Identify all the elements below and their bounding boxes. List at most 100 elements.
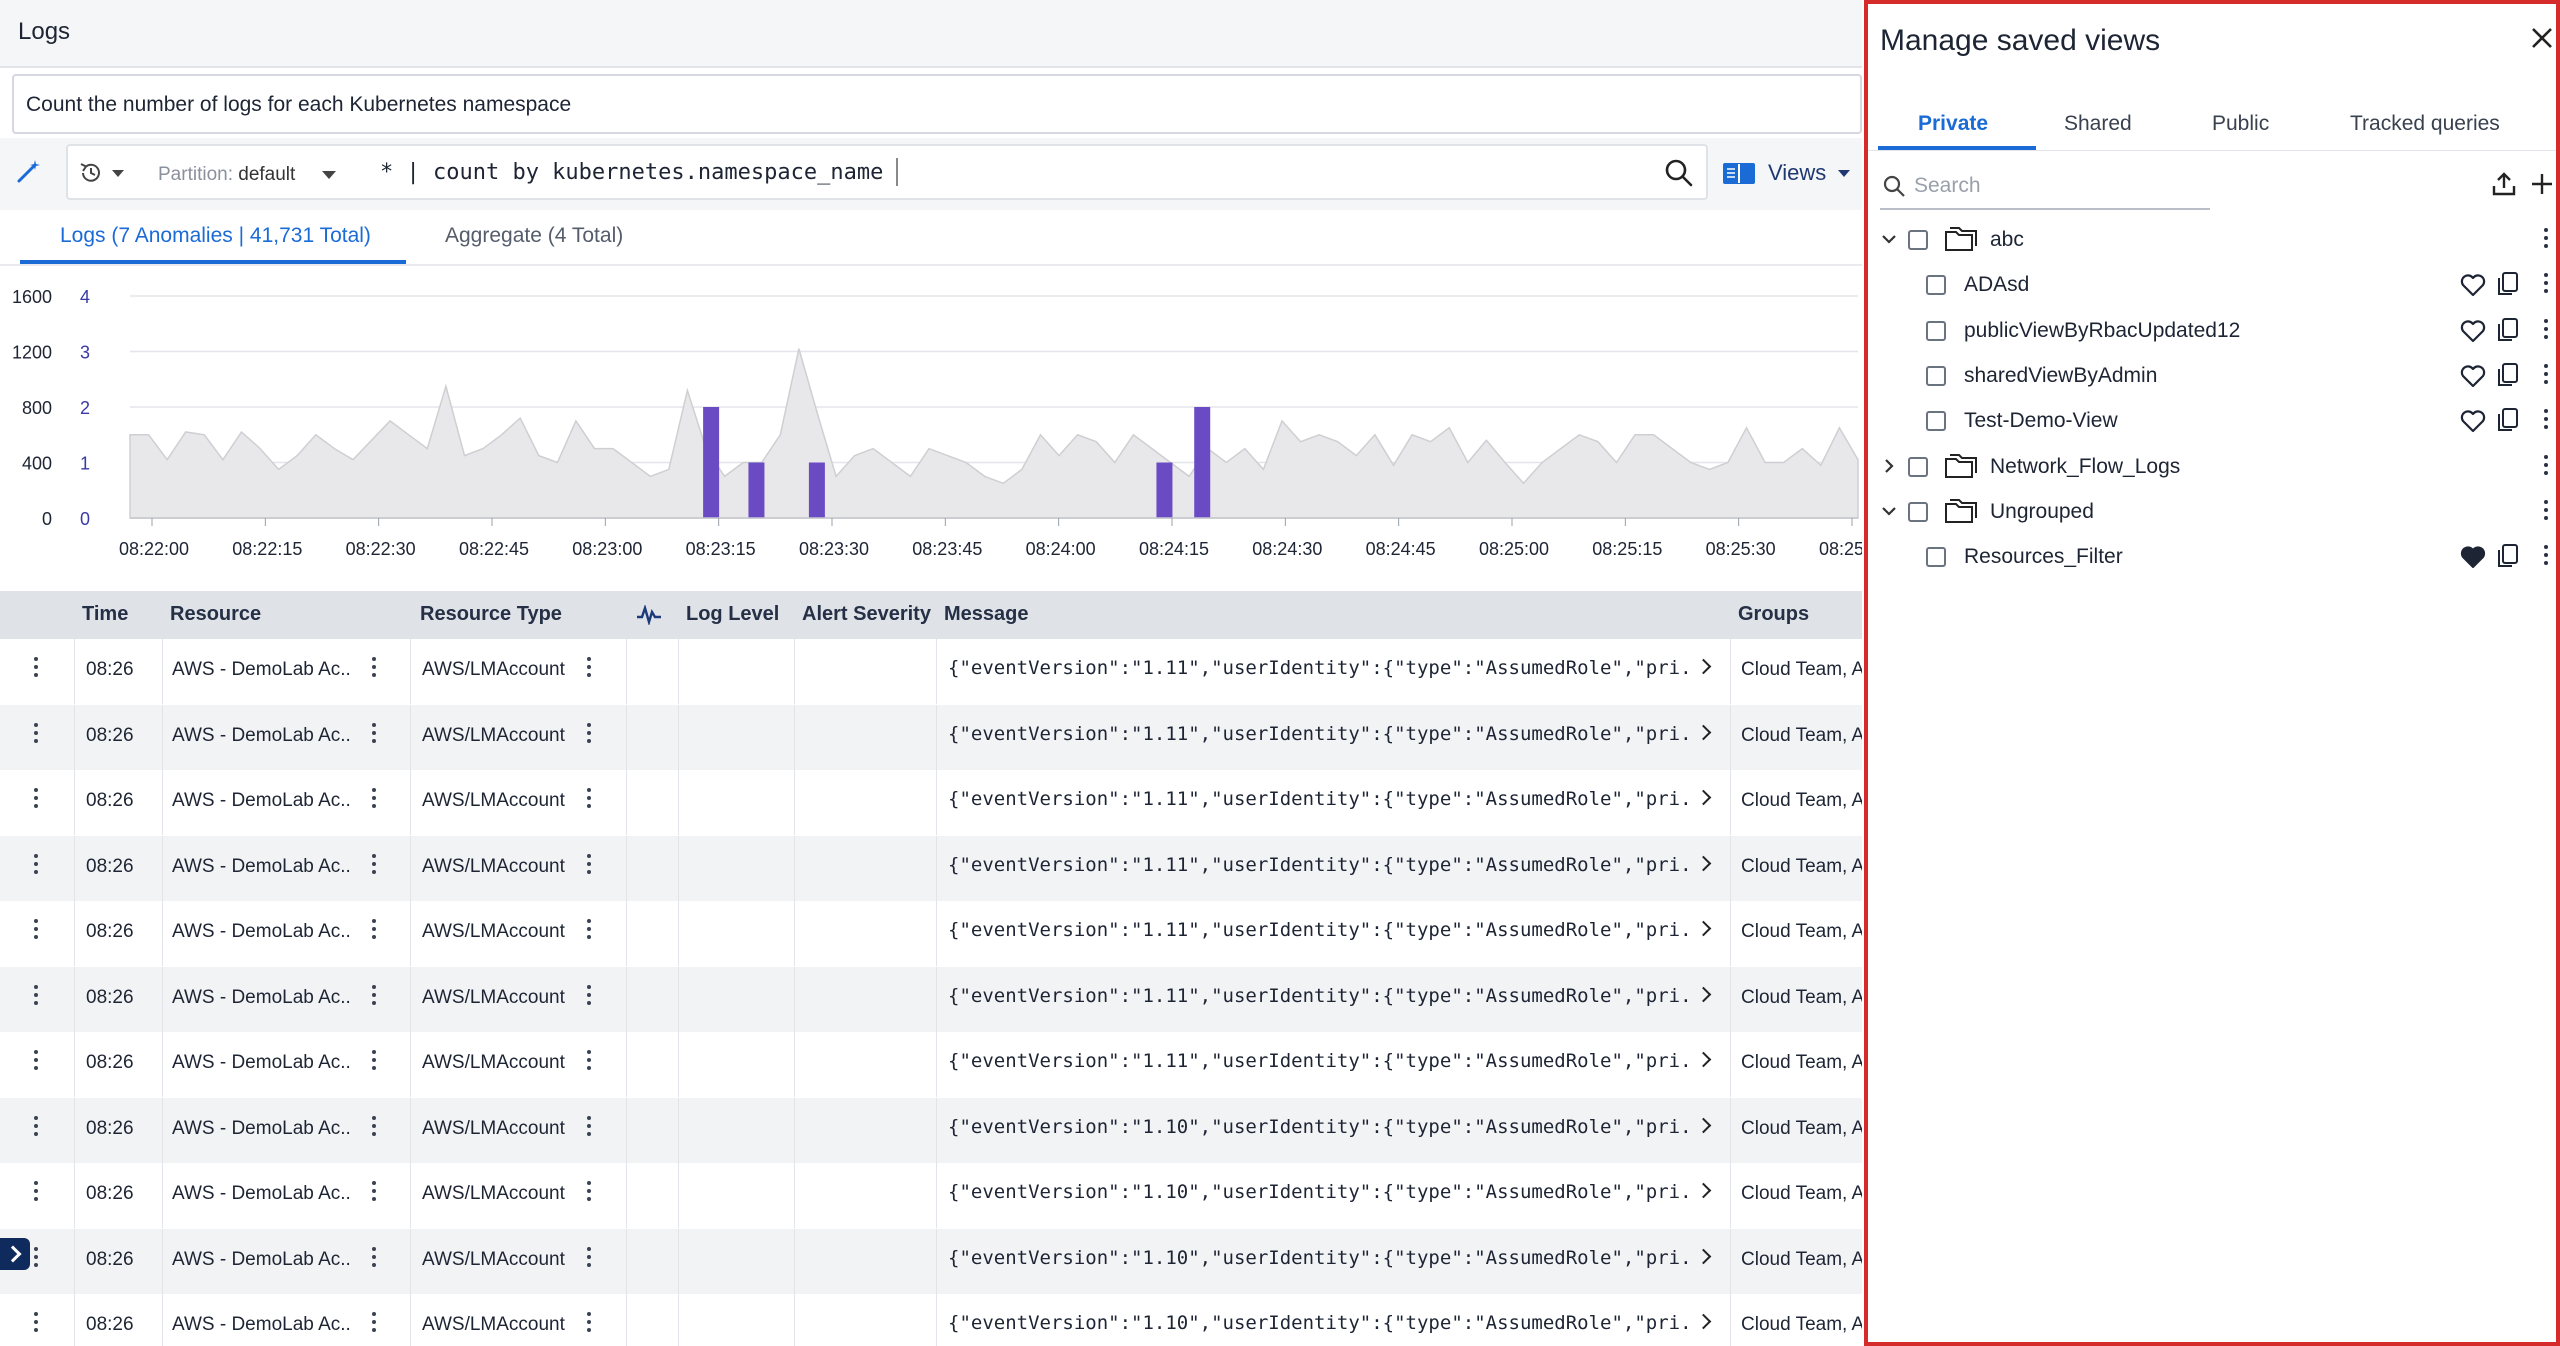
resource-menu-icon[interactable] <box>372 1115 376 1140</box>
resource-menu-icon[interactable] <box>372 984 376 1009</box>
saved-view-label[interactable]: ADAsd <box>1964 273 2029 297</box>
resource-type-menu-icon[interactable] <box>587 1246 591 1271</box>
resource-type-menu-icon[interactable] <box>587 1115 591 1140</box>
favorite-icon[interactable] <box>2460 273 2486 297</box>
copy-icon[interactable] <box>2496 362 2520 388</box>
cell-message[interactable]: {"eventVersion":"1.11","userIdentity":{"… <box>948 657 1688 679</box>
cell-resource[interactable]: AWS - DemoLab Ac... <box>172 921 352 943</box>
cell-message[interactable]: {"eventVersion":"1.11","userIdentity":{"… <box>948 854 1688 876</box>
row-menu-icon[interactable] <box>34 984 38 1009</box>
expand-message-chevron-icon[interactable] <box>1695 789 1712 806</box>
search-input[interactable] <box>1912 170 2206 202</box>
copy-icon[interactable] <box>2496 407 2520 433</box>
resource-menu-icon[interactable] <box>372 722 376 747</box>
table-row[interactable]: 08:26 AWS - DemoLab Ac... AWS/LMAccount {"e… <box>0 835 1862 901</box>
expand-message-chevron-icon[interactable] <box>1695 1248 1712 1264</box>
partition-selector[interactable]: Partition: default <box>158 164 295 186</box>
resource-type-menu-icon[interactable] <box>587 919 591 943</box>
chevron-down-icon[interactable] <box>1880 502 1898 520</box>
upload-icon[interactable] <box>2490 170 2518 198</box>
resource-type-menu-icon[interactable] <box>587 984 591 1009</box>
favorite-filled-icon[interactable] <box>2460 545 2486 569</box>
folder-checkbox[interactable] <box>1908 230 1928 250</box>
table-row[interactable]: 08:26 AWS - DemoLab Ac... AWS/LMAccount {"e… <box>0 704 1862 770</box>
table-row[interactable]: 08:26 AWS - DemoLab Ac... AWS/LMAccount {"e… <box>0 1163 1862 1228</box>
column-header-message[interactable]: Message <box>944 603 1029 626</box>
query-text[interactable]: * | count by kubernetes.namespace_name <box>380 160 883 185</box>
history-dropdown-caret-icon[interactable] <box>112 170 124 177</box>
saved-view-row[interactable]: publicViewByRbacUpdated12 <box>1868 309 2556 353</box>
row-menu-icon[interactable] <box>34 919 38 943</box>
view-menu-icon[interactable] <box>2544 363 2548 388</box>
folder-menu-icon[interactable] <box>2544 228 2548 252</box>
cell-resource[interactable]: AWS - DemoLab Ac... <box>172 659 352 681</box>
magic-wand-icon[interactable] <box>16 158 42 184</box>
expand-message-chevron-icon[interactable] <box>1695 920 1712 937</box>
view-menu-icon[interactable] <box>2544 273 2548 297</box>
views-button[interactable]: Views <box>1722 150 1851 196</box>
saved-view-label[interactable]: publicViewByRbacUpdated12 <box>1964 319 2240 343</box>
folder-checkbox[interactable] <box>1908 501 1928 522</box>
table-row[interactable]: 08:26 AWS - DemoLab Ac... AWS/LMAccount {"e… <box>0 966 1862 1032</box>
table-row[interactable]: 08:26 AWS - DemoLab Ac... AWS/LMAccount {"e… <box>0 901 1862 966</box>
favorite-icon[interactable] <box>2460 319 2486 343</box>
resource-menu-icon[interactable] <box>372 853 376 878</box>
view-menu-icon[interactable] <box>2544 545 2548 569</box>
expand-message-chevron-icon[interactable] <box>1695 1313 1712 1330</box>
favorite-icon[interactable] <box>2460 409 2486 433</box>
table-row[interactable]: 08:26 AWS - DemoLab Ac... AWS/LMAccount {"e… <box>0 1097 1862 1163</box>
row-menu-icon[interactable] <box>34 722 38 747</box>
tab-private[interactable]: Private <box>1918 112 1988 136</box>
natural-language-query-input[interactable]: Count the number of logs for each Kubern… <box>12 74 1862 134</box>
tab-aggregate[interactable]: Aggregate (4 Total) <box>445 224 623 248</box>
row-menu-icon[interactable] <box>34 1181 38 1205</box>
expand-message-chevron-icon[interactable] <box>1695 1117 1712 1133</box>
cell-message[interactable]: {"eventVersion":"1.10","userIdentity":{"… <box>948 1247 1688 1269</box>
table-row[interactable]: 08:26 AWS - DemoLab Ac... AWS/LMAccount {"e… <box>0 1228 1862 1294</box>
cell-resource[interactable]: AWS - DemoLab Ac... <box>172 790 352 812</box>
resource-type-menu-icon[interactable] <box>587 853 591 878</box>
column-header-alert-severity[interactable]: Alert Severity <box>802 603 931 626</box>
resource-type-menu-icon[interactable] <box>587 1181 591 1205</box>
column-header-groups[interactable]: Groups <box>1738 603 1809 626</box>
saved-view-label[interactable]: Test-Demo-View <box>1964 409 2118 433</box>
folder-menu-icon[interactable] <box>2544 499 2548 524</box>
row-menu-icon[interactable] <box>34 1312 38 1336</box>
expand-message-chevron-icon[interactable] <box>1695 724 1712 740</box>
row-menu-icon[interactable] <box>34 853 38 878</box>
resource-type-menu-icon[interactable] <box>587 1312 591 1336</box>
resource-type-menu-icon[interactable] <box>587 1050 591 1074</box>
cell-resource[interactable]: AWS - DemoLab Ac... <box>172 1183 352 1205</box>
folder-menu-icon[interactable] <box>2544 454 2548 479</box>
row-menu-icon[interactable] <box>34 1246 38 1271</box>
view-checkbox[interactable] <box>1926 365 1946 386</box>
cell-message[interactable]: {"eventVersion":"1.11","userIdentity":{"… <box>948 985 1688 1007</box>
expand-message-chevron-icon[interactable] <box>1695 658 1712 675</box>
table-row[interactable]: 08:26 AWS - DemoLab Ac... AWS/LMAccount {"e… <box>0 1032 1862 1097</box>
saved-view-row[interactable]: sharedViewByAdmin <box>1868 354 2556 398</box>
partition-dropdown-caret-icon[interactable] <box>322 171 336 179</box>
cell-message[interactable]: {"eventVersion":"1.10","userIdentity":{"… <box>948 1181 1688 1203</box>
cell-message[interactable]: {"eventVersion":"1.11","userIdentity":{"… <box>948 919 1688 941</box>
resource-type-menu-icon[interactable] <box>587 788 591 812</box>
cell-message[interactable]: {"eventVersion":"1.11","userIdentity":{"… <box>948 1050 1688 1072</box>
tab-logs[interactable]: Logs (7 Anomalies | 41,731 Total) <box>60 224 371 248</box>
resource-menu-icon[interactable] <box>372 1312 376 1336</box>
saved-view-row[interactable]: Test-Demo-View <box>1868 399 2556 443</box>
favorite-icon[interactable] <box>2460 364 2486 388</box>
expand-message-chevron-icon[interactable] <box>1695 986 1712 1002</box>
column-header-resource[interactable]: Resource <box>170 603 261 626</box>
tab-tracked-queries[interactable]: Tracked queries <box>2350 112 2500 136</box>
cell-message[interactable]: {"eventVersion":"1.10","userIdentity":{"… <box>948 1116 1688 1138</box>
cell-resource[interactable]: AWS - DemoLab Ac... <box>172 1118 352 1140</box>
folder-row[interactable]: abc <box>1868 218 2556 262</box>
resource-menu-icon[interactable] <box>372 657 376 681</box>
saved-view-label[interactable]: sharedViewByAdmin <box>1964 364 2157 388</box>
copy-icon[interactable] <box>2496 543 2520 569</box>
cell-resource[interactable]: AWS - DemoLab Ac... <box>172 987 352 1009</box>
copy-icon[interactable] <box>2496 317 2520 343</box>
tab-public[interactable]: Public <box>2212 112 2269 136</box>
folder-row[interactable]: Ungrouped <box>1868 490 2556 534</box>
resource-menu-icon[interactable] <box>372 788 376 812</box>
cell-resource[interactable]: AWS - DemoLab Ac... <box>172 725 352 747</box>
